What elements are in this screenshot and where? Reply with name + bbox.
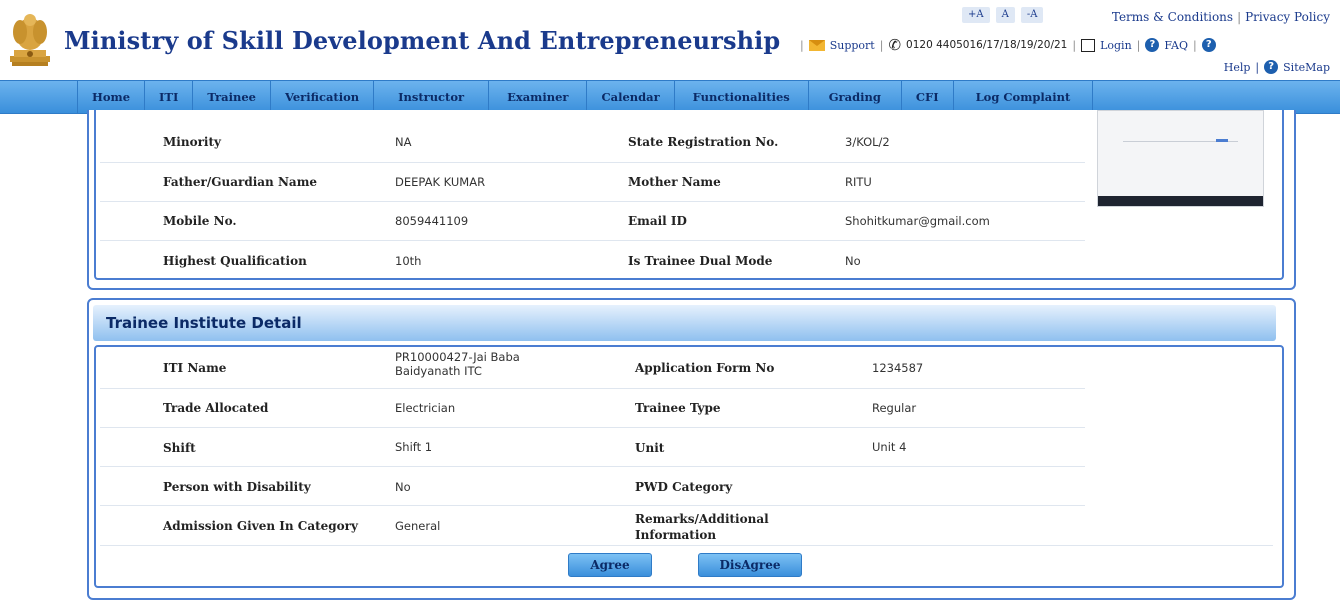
divider: | [1237, 10, 1242, 24]
section-title: Trainee Institute Detail [106, 314, 302, 332]
mother-name-value: RITU [845, 175, 872, 189]
pwd-category-label: PWD Category [635, 480, 733, 494]
nav-item-calendar[interactable]: Calendar [587, 81, 675, 113]
shift-value: Shift 1 [395, 440, 433, 454]
support-link[interactable]: Support [830, 39, 875, 52]
detail-row: Mobile No. 8059441109 Email ID Shohitkum… [100, 202, 1085, 241]
admission-category-value: General [395, 519, 441, 533]
main-nav: Home ITI Trainee Verification Instructor… [0, 80, 1340, 114]
font-normal-button[interactable]: A [995, 7, 1015, 23]
privacy-link[interactable]: Privacy Policy [1245, 10, 1330, 24]
detail-row: Trade Allocated Electrician Trainee Type… [100, 389, 1085, 428]
sitemap-icon: ? [1264, 60, 1279, 74]
minority-value: NA [395, 135, 412, 149]
help-link[interactable]: Help [1224, 61, 1251, 74]
login-icon [1081, 38, 1096, 52]
login-link[interactable]: Login [1100, 39, 1132, 52]
detail-row: Minority NA State Registration No. 3/KOL… [100, 122, 1085, 163]
nav-item-functionalities[interactable]: Functionalities [675, 81, 809, 113]
faq-link[interactable]: FAQ [1164, 39, 1188, 52]
trade-value: Electrician [395, 401, 456, 415]
sitemap-link[interactable]: SiteMap [1283, 61, 1330, 74]
detail-row: Person with Disability No PWD Category [100, 467, 1085, 506]
state-registration-label: State Registration No. [628, 135, 779, 149]
disagree-button[interactable]: DisAgree [698, 553, 802, 577]
father-name-label: Father/Guardian Name [163, 175, 318, 189]
disability-label: Person with Disability [163, 480, 311, 494]
admission-category-label: Admission Given In Category [163, 519, 358, 533]
font-decrease-button[interactable]: -A [1020, 7, 1044, 23]
dual-mode-label: Is Trainee Dual Mode [628, 254, 773, 268]
trainee-photo [1097, 110, 1264, 207]
disability-value: No [395, 480, 411, 494]
nav-item-instructor[interactable]: Instructor [374, 81, 490, 113]
envelope-icon [808, 39, 825, 51]
nav-item-verification[interactable]: Verification [271, 81, 375, 113]
nav-item-iti[interactable]: ITI [145, 81, 194, 113]
detail-row: Highest Qualification 10th Is Trainee Du… [100, 241, 1085, 279]
detail-row: Shift Shift 1 Unit Unit 4 [100, 428, 1085, 467]
email-value: Shohitkumar@gmail.com [845, 214, 990, 228]
nav-item-cfi[interactable]: CFI [902, 81, 954, 113]
nav-item-log-complaint[interactable]: Log Complaint [954, 81, 1094, 113]
unit-value: Unit 4 [872, 440, 907, 454]
site-header: Ministry of Skill Development And Entrep… [0, 0, 1340, 78]
divider [100, 545, 1273, 546]
national-emblem-icon [10, 14, 50, 66]
nav-item-trainee[interactable]: Trainee [193, 81, 271, 113]
mother-name-label: Mother Name [628, 175, 721, 189]
institute-section-header: Trainee Institute Detail [93, 305, 1276, 341]
dual-mode-value: No [845, 254, 861, 268]
application-form-label: Application Form No [635, 361, 775, 375]
nav-item-home[interactable]: Home [77, 81, 146, 113]
unit-label: Unit [635, 441, 665, 455]
terms-link[interactable]: Terms & Conditions [1112, 10, 1233, 24]
utility-links: | Support | ✆ 0120 4405016/17/18/19/20/2… [800, 36, 1216, 54]
trainee-type-label: Trainee Type [635, 401, 721, 415]
father-name-value: DEEPAK KUMAR [395, 175, 486, 189]
email-label: Email ID [628, 214, 687, 228]
qualification-value: 10th [395, 254, 422, 268]
help-links: Help | ? SiteMap [1223, 60, 1330, 74]
trade-label: Trade Allocated [163, 401, 269, 415]
phone-number: 0120 4405016/17/18/19/20/21 [906, 39, 1068, 51]
phone-icon: ✆ [888, 36, 902, 54]
iti-name-value: PR10000427-Jai Baba Baidyanath ITC [395, 350, 520, 378]
mobile-value: 8059441109 [395, 214, 469, 228]
nav-item-grading[interactable]: Grading [809, 81, 902, 113]
help-icon: ? [1201, 38, 1216, 52]
minority-label: Minority [163, 135, 221, 149]
detail-row: ITI Name PR10000427-Jai Baba Baidyanath … [100, 348, 1085, 389]
font-size-controls: +A A -A [962, 7, 1044, 23]
mobile-label: Mobile No. [163, 214, 237, 228]
trainee-type-value: Regular [872, 401, 917, 415]
nav-item-examiner[interactable]: Examiner [489, 81, 588, 113]
site-title: Ministry of Skill Development And Entrep… [64, 26, 781, 55]
application-form-value: 1234587 [872, 361, 924, 375]
detail-row: Admission Given In Category General Rema… [100, 506, 1085, 546]
shift-label: Shift [163, 441, 196, 455]
state-registration-value: 3/KOL/2 [845, 135, 890, 149]
font-increase-button[interactable]: +A [962, 7, 990, 23]
detail-row: Father/Guardian Name DEEPAK KUMAR Mother… [100, 163, 1085, 202]
agree-button[interactable]: Agree [568, 553, 652, 577]
faq-icon: ? [1145, 38, 1160, 52]
qualification-label: Highest Qualification [163, 254, 307, 268]
top-links: Terms & Conditions | Privacy Policy [1112, 10, 1330, 24]
remarks-label: Remarks/Additional Information [635, 512, 769, 542]
iti-name-label: ITI Name [163, 361, 227, 375]
